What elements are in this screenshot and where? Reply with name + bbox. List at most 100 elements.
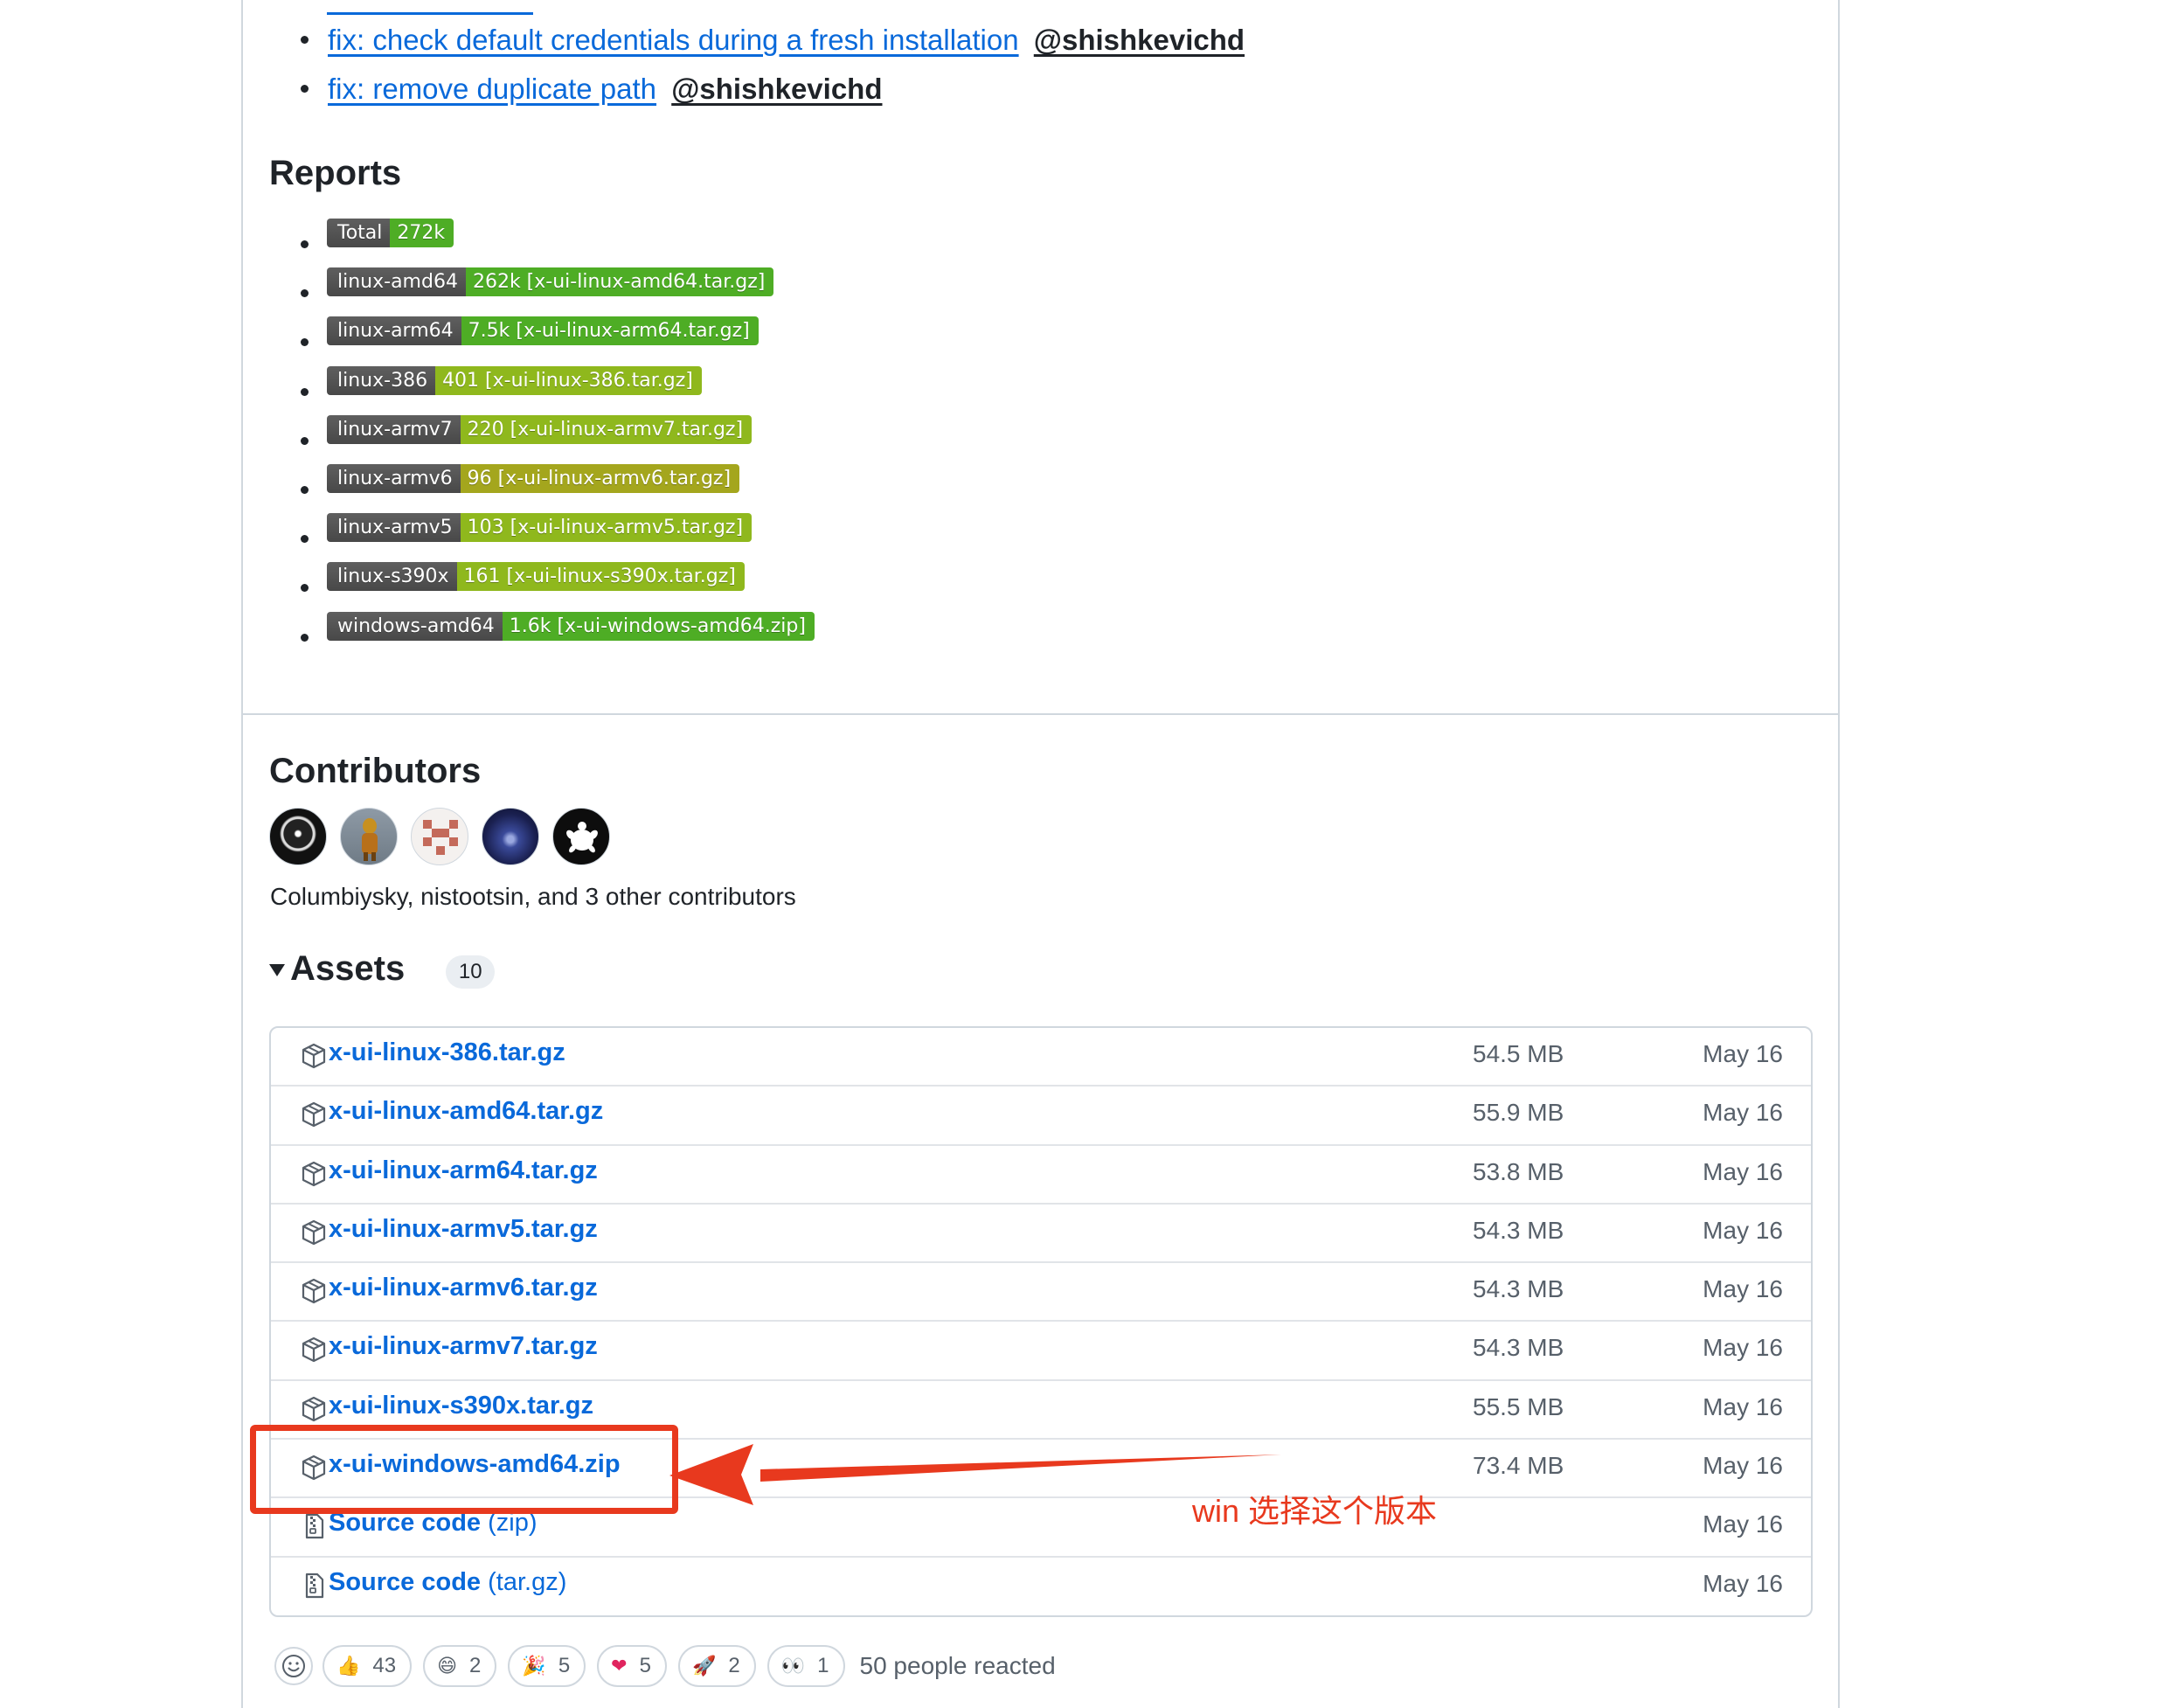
bullet bbox=[301, 35, 309, 44]
reaction-button[interactable]: 👀 1 bbox=[766, 1645, 845, 1687]
assets-toggle[interactable]: Assets 10 bbox=[269, 948, 496, 989]
asset-date: May 16 bbox=[1703, 1569, 1783, 1597]
asset-row: x-ui-linux-armv7.tar.gz 54.3 MB May 16 bbox=[271, 1322, 1811, 1381]
reaction-count: 5 bbox=[639, 1654, 651, 1677]
download-badge[interactable]: linux-arm64 7.5k [x-ui-linux-arm64.tar.gz… bbox=[327, 316, 759, 346]
asset-size: 54.3 MB bbox=[1473, 1216, 1564, 1244]
badge-value: 161 [x-ui-linux-s390x.tar.gz] bbox=[456, 562, 745, 592]
badge-label: linux-armv7 bbox=[327, 414, 461, 444]
asset-download-link[interactable]: x-ui-linux-amd64.tar.gz bbox=[329, 1097, 603, 1126]
avatar[interactable] bbox=[482, 808, 539, 865]
asset-download-link[interactable]: x-ui-linux-arm64.tar.gz bbox=[329, 1156, 598, 1185]
badge-label: linux-arm64 bbox=[327, 316, 461, 346]
bullet bbox=[301, 485, 309, 494]
report-item: linux-s390x 161 [x-ui-linux-s390x.tar.gz] bbox=[301, 562, 815, 611]
commit-link[interactable]: fix: remove duplicate path bbox=[328, 73, 656, 105]
badge-label: linux-armv5 bbox=[327, 513, 461, 543]
report-item: windows-amd64 1.6k [x-ui-windows-amd64.zi… bbox=[301, 611, 815, 661]
caret-down-icon bbox=[269, 964, 285, 976]
changelog-item: fix: check default credentials during a … bbox=[301, 16, 1245, 65]
avatar[interactable] bbox=[411, 808, 468, 865]
badge-value: 272k bbox=[390, 219, 454, 247]
annotation-arrow bbox=[669, 1444, 1281, 1505]
asset-size: 54.3 MB bbox=[1473, 1334, 1564, 1362]
asset-download-link[interactable]: x-ui-linux-s390x.tar.gz bbox=[329, 1392, 593, 1420]
badge-label: linux-armv6 bbox=[327, 463, 461, 493]
asset-size: 54.3 MB bbox=[1473, 1275, 1564, 1303]
bullet bbox=[301, 338, 309, 347]
report-item: Total 272k bbox=[301, 219, 815, 267]
badge-value: 401 [x-ui-linux-386.tar.gz] bbox=[435, 365, 702, 395]
avatar[interactable] bbox=[552, 808, 610, 865]
author-link[interactable]: @shishkevichd bbox=[1034, 24, 1245, 56]
reports-list: Total 272k linux-amd64 262k [x-ui-linux-amd… bbox=[301, 219, 815, 661]
reaction-count: 1 bbox=[817, 1654, 829, 1677]
smiley-icon bbox=[282, 1655, 305, 1677]
laugh-icon: 😄 bbox=[437, 1655, 458, 1677]
package-icon bbox=[302, 1043, 326, 1069]
asset-date: May 16 bbox=[1703, 1099, 1783, 1127]
reaction-button[interactable]: 🎉 5 bbox=[508, 1645, 586, 1687]
turtle-logo bbox=[566, 822, 598, 853]
download-badge[interactable]: windows-amd64 1.6k [x-ui-windows-amd64.zi… bbox=[327, 611, 815, 641]
package-icon bbox=[302, 1102, 326, 1128]
contributor-avatars bbox=[269, 808, 610, 865]
asset-name: x-ui-linux-386.tar.gz bbox=[329, 1038, 565, 1066]
reactions-summary: 50 people reacted bbox=[859, 1652, 1056, 1679]
package-icon bbox=[302, 1279, 326, 1304]
badge-label: Total bbox=[327, 219, 391, 247]
reaction-count: 43 bbox=[372, 1654, 397, 1677]
asset-date: May 16 bbox=[1703, 1452, 1783, 1480]
reactions-bar: 👍 43 😄 2 🎉 5 ❤ 5 🚀 2 👀 1 50 people reacted bbox=[274, 1645, 1056, 1687]
package-icon bbox=[302, 1219, 326, 1245]
asset-row: x-ui-linux-armv5.tar.gz 54.3 MB May 16 bbox=[271, 1205, 1811, 1264]
asset-name: x-ui-linux-armv7.tar.gz bbox=[329, 1332, 598, 1361]
reaction-count: 2 bbox=[728, 1654, 740, 1677]
file-zip-icon bbox=[305, 1514, 324, 1539]
author-link[interactable]: @shishkevichd bbox=[671, 73, 882, 105]
report-item: linux-armv6 96 [x-ui-linux-armv6.tar.gz] bbox=[301, 463, 815, 513]
asset-row: Source code (tar.gz) May 16 bbox=[271, 1558, 1811, 1615]
asset-name: x-ui-linux-s390x.tar.gz bbox=[329, 1391, 593, 1420]
download-badge[interactable]: linux-s390x 161 [x-ui-linux-s390x.tar.gz] bbox=[327, 562, 745, 592]
asset-row: x-ui-linux-amd64.tar.gz 55.9 MB May 16 bbox=[271, 1087, 1811, 1146]
badge-value: 220 [x-ui-linux-armv7.tar.gz] bbox=[460, 414, 753, 444]
report-item: linux-armv7 220 [x-ui-linux-armv7.tar.gz] bbox=[301, 414, 815, 464]
add-reaction-button[interactable] bbox=[274, 1647, 313, 1685]
report-item: linux-armv5 103 [x-ui-linux-armv5.tar.gz] bbox=[301, 513, 815, 562]
reaction-button[interactable]: 😄 2 bbox=[423, 1645, 497, 1687]
badge-value: 7.5k [x-ui-linux-arm64.tar.gz] bbox=[461, 316, 759, 346]
changelog-item: fix: remove duplicate path @shishkevichd bbox=[301, 65, 1245, 114]
asset-download-link[interactable]: x-ui-linux-armv5.tar.gz bbox=[329, 1215, 598, 1244]
bullet bbox=[301, 584, 309, 593]
contributors-summary: Columbiysky, nistootsin, and 3 other con… bbox=[270, 883, 796, 910]
asset-format: (tar.gz) bbox=[481, 1567, 567, 1596]
rocket-icon: 🚀 bbox=[691, 1655, 717, 1677]
avatar[interactable] bbox=[269, 808, 327, 865]
download-badge[interactable]: linux-armv5 103 [x-ui-linux-armv5.tar.gz] bbox=[327, 513, 753, 543]
avatar[interactable] bbox=[340, 808, 398, 865]
reaction-button[interactable]: ❤ 5 bbox=[597, 1645, 667, 1687]
download-badge[interactable]: linux-amd64 262k [x-ui-linux-amd64.tar.gz… bbox=[327, 267, 774, 297]
asset-download-link[interactable]: x-ui-linux-armv6.tar.gz bbox=[329, 1274, 598, 1302]
download-badge[interactable]: Total 272k bbox=[327, 219, 454, 247]
report-item: linux-arm64 7.5k [x-ui-linux-arm64.tar.gz… bbox=[301, 316, 815, 365]
download-badge[interactable]: linux-armv7 220 [x-ui-linux-armv7.tar.gz] bbox=[327, 414, 753, 444]
download-badge[interactable]: linux-armv6 96 [x-ui-linux-armv6.tar.gz] bbox=[327, 463, 740, 493]
asset-date: May 16 bbox=[1703, 1040, 1783, 1067]
bullet bbox=[301, 535, 309, 544]
bullet bbox=[301, 387, 309, 396]
download-badge[interactable]: linux-386 401 [x-ui-linux-386.tar.gz] bbox=[327, 365, 702, 395]
asset-download-link[interactable]: x-ui-linux-386.tar.gz bbox=[329, 1038, 565, 1067]
reaction-button[interactable]: 👍 43 bbox=[323, 1645, 413, 1687]
reaction-count: 2 bbox=[469, 1654, 482, 1677]
commit-link[interactable]: fix: check default credentials during a … bbox=[328, 24, 1019, 56]
bullet bbox=[301, 289, 309, 298]
badge-label: windows-amd64 bbox=[327, 611, 503, 641]
reaction-button[interactable]: 🚀 2 bbox=[677, 1645, 756, 1687]
asset-download-link[interactable]: Source code (tar.gz) bbox=[329, 1568, 566, 1597]
assets-heading: Assets bbox=[290, 948, 406, 988]
asset-size: 55.5 MB bbox=[1473, 1392, 1564, 1420]
asset-download-link[interactable]: x-ui-linux-armv7.tar.gz bbox=[329, 1332, 598, 1361]
asset-name: Source code bbox=[329, 1567, 482, 1596]
